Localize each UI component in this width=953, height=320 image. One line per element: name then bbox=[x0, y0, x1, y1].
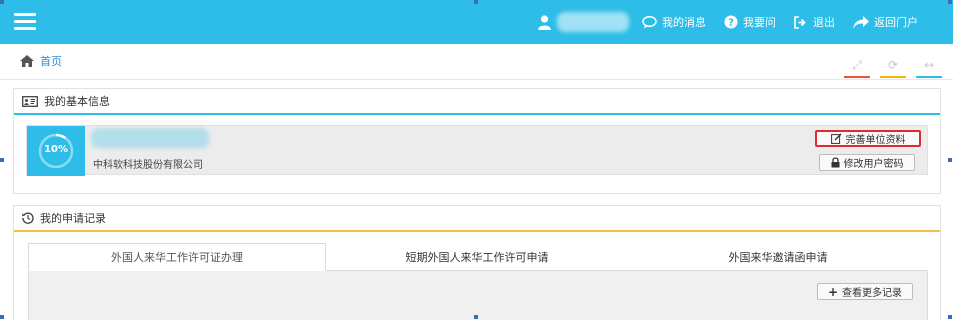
header-divider bbox=[0, 79, 953, 80]
applications-title: 我的申请记录 bbox=[40, 212, 106, 225]
breadcrumb: 首页 bbox=[20, 53, 62, 69]
messages-link[interactable]: 我的消息 bbox=[642, 14, 706, 30]
home-icon bbox=[20, 55, 34, 67]
user-icon bbox=[538, 14, 551, 30]
tab-invitation-letter[interactable]: 外国来华邀请函申请 bbox=[628, 243, 928, 271]
fullscreen-icon[interactable]: ⤢ bbox=[844, 54, 870, 78]
selection-handle bbox=[474, 315, 478, 319]
applications-panel: 我的申请记录 外国人来华工作许可证办理 短期外国人来华工作许可申请 外国来华邀请… bbox=[13, 205, 941, 320]
id-card-icon bbox=[22, 95, 38, 107]
tab-short-term-permit[interactable]: 短期外国人来华工作许可申请 bbox=[326, 243, 628, 271]
return-portal-link[interactable]: 返回门户 bbox=[853, 14, 918, 30]
basic-info-header: 我的基本信息 bbox=[14, 89, 940, 115]
lock-icon bbox=[831, 157, 839, 168]
application-tabs: 外国人来华工作许可证办理 短期外国人来华工作许可申请 外国来华邀请函申请 bbox=[28, 243, 928, 271]
view-more-records-button[interactable]: + 查看更多记录 bbox=[817, 283, 913, 300]
basic-info-panel: 我的基本信息 10% 中科软科技股份有限公司 完善单位资料 修改用户密码 bbox=[13, 88, 941, 194]
top-nav: 我的消息 ? 我要问 退出 返回门户 bbox=[642, 14, 918, 30]
selection-handle bbox=[0, 158, 4, 162]
selection-handle bbox=[0, 315, 4, 319]
history-icon bbox=[22, 212, 34, 224]
applications-header: 我的申请记录 bbox=[14, 206, 940, 232]
selection-handle bbox=[948, 315, 952, 319]
plus-icon: + bbox=[827, 284, 839, 299]
ask-link[interactable]: ? 我要问 bbox=[724, 14, 776, 30]
unit-name-redacted bbox=[91, 128, 209, 148]
expand-width-icon[interactable]: ↔ bbox=[916, 54, 942, 78]
page-tools: ⤢ ⟳ ↔ bbox=[844, 54, 942, 78]
company-name: 中科软科技股份有限公司 bbox=[93, 160, 203, 171]
change-password-button[interactable]: 修改用户密码 bbox=[819, 154, 915, 171]
completion-progress: 10% bbox=[27, 126, 85, 176]
user-name-redacted bbox=[557, 12, 629, 32]
selection-handle bbox=[0, 0, 4, 4]
tab-content: + 查看更多记录 bbox=[28, 271, 928, 320]
profile-card: 10% 中科软科技股份有限公司 完善单位资料 修改用户密码 bbox=[26, 125, 928, 176]
top-bar: 我的消息 ? 我要问 退出 返回门户 bbox=[0, 0, 953, 44]
breadcrumb-home-link[interactable]: 首页 bbox=[40, 53, 62, 69]
svg-text:?: ? bbox=[728, 18, 734, 29]
complete-unit-info-button[interactable]: 完善单位资料 bbox=[815, 130, 921, 147]
question-icon: ? bbox=[724, 15, 738, 29]
basic-info-title: 我的基本信息 bbox=[44, 95, 110, 108]
menu-icon[interactable] bbox=[14, 13, 36, 31]
selection-handle bbox=[948, 158, 952, 162]
user-menu[interactable] bbox=[538, 12, 629, 32]
selection-handle bbox=[474, 0, 478, 4]
chat-icon bbox=[642, 15, 657, 28]
logout-link[interactable]: 退出 bbox=[794, 14, 835, 30]
share-arrow-icon bbox=[853, 15, 869, 29]
tab-work-permit[interactable]: 外国人来华工作许可证办理 bbox=[28, 243, 326, 271]
edit-icon bbox=[830, 133, 841, 144]
selection-handle bbox=[948, 0, 952, 4]
refresh-icon[interactable]: ⟳ bbox=[880, 54, 906, 78]
progress-percent: 10% bbox=[44, 144, 68, 155]
logout-icon bbox=[794, 15, 806, 29]
